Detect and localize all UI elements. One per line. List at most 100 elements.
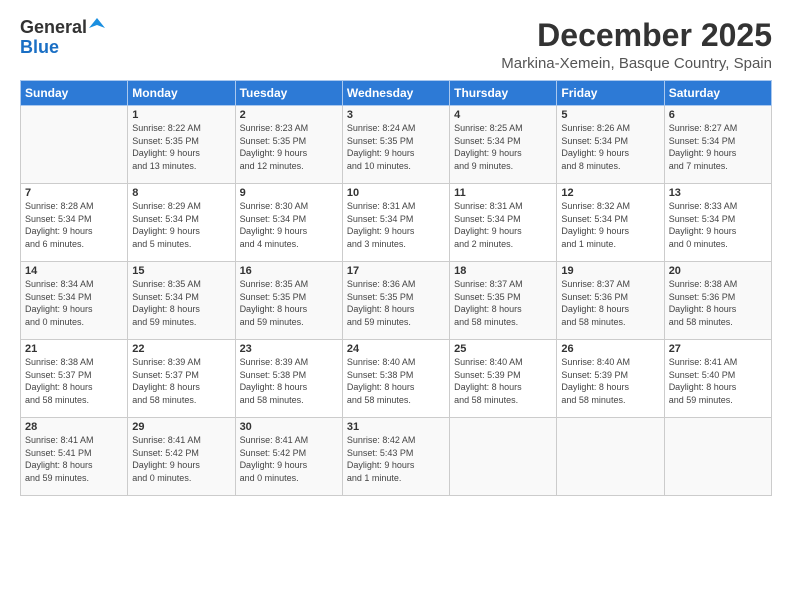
calendar-cell: 10Sunrise: 8:31 AMSunset: 5:34 PMDayligh… (342, 184, 449, 262)
day-number: 31 (347, 421, 445, 433)
day-info: Sunrise: 8:42 AMSunset: 5:43 PMDaylight:… (347, 434, 445, 484)
page: General Blue December 2025 Markina-Xemei… (0, 0, 792, 612)
col-thursday: Thursday (450, 81, 557, 106)
day-number: 9 (240, 187, 338, 199)
day-info: Sunrise: 8:29 AMSunset: 5:34 PMDaylight:… (132, 200, 230, 250)
calendar-cell: 4Sunrise: 8:25 AMSunset: 5:34 PMDaylight… (450, 106, 557, 184)
day-number: 14 (25, 265, 123, 277)
day-info: Sunrise: 8:41 AMSunset: 5:42 PMDaylight:… (240, 434, 338, 484)
day-info: Sunrise: 8:31 AMSunset: 5:34 PMDaylight:… (454, 200, 552, 250)
day-info: Sunrise: 8:32 AMSunset: 5:34 PMDaylight:… (561, 200, 659, 250)
main-title: December 2025 (501, 18, 772, 53)
subtitle: Markina-Xemein, Basque Country, Spain (501, 55, 772, 72)
calendar-week-row: 28Sunrise: 8:41 AMSunset: 5:41 PMDayligh… (21, 418, 772, 496)
day-info: Sunrise: 8:41 AMSunset: 5:42 PMDaylight:… (132, 434, 230, 484)
col-wednesday: Wednesday (342, 81, 449, 106)
day-info: Sunrise: 8:38 AMSunset: 5:36 PMDaylight:… (669, 278, 767, 328)
calendar-cell: 9Sunrise: 8:30 AMSunset: 5:34 PMDaylight… (235, 184, 342, 262)
logo-blue: Blue (20, 38, 59, 58)
day-number: 26 (561, 343, 659, 355)
calendar-cell: 28Sunrise: 8:41 AMSunset: 5:41 PMDayligh… (21, 418, 128, 496)
calendar-cell: 29Sunrise: 8:41 AMSunset: 5:42 PMDayligh… (128, 418, 235, 496)
day-number: 17 (347, 265, 445, 277)
calendar-week-row: 7Sunrise: 8:28 AMSunset: 5:34 PMDaylight… (21, 184, 772, 262)
day-info: Sunrise: 8:31 AMSunset: 5:34 PMDaylight:… (347, 200, 445, 250)
col-friday: Friday (557, 81, 664, 106)
day-info: Sunrise: 8:37 AMSunset: 5:36 PMDaylight:… (561, 278, 659, 328)
day-number: 8 (132, 187, 230, 199)
day-number: 20 (669, 265, 767, 277)
calendar-cell: 26Sunrise: 8:40 AMSunset: 5:39 PMDayligh… (557, 340, 664, 418)
day-info: Sunrise: 8:41 AMSunset: 5:40 PMDaylight:… (669, 356, 767, 406)
col-tuesday: Tuesday (235, 81, 342, 106)
day-number: 24 (347, 343, 445, 355)
title-block: December 2025 Markina-Xemein, Basque Cou… (501, 18, 772, 72)
calendar-cell: 6Sunrise: 8:27 AMSunset: 5:34 PMDaylight… (664, 106, 771, 184)
day-number: 1 (132, 109, 230, 121)
day-info: Sunrise: 8:22 AMSunset: 5:35 PMDaylight:… (132, 122, 230, 172)
calendar-cell: 12Sunrise: 8:32 AMSunset: 5:34 PMDayligh… (557, 184, 664, 262)
calendar-cell: 23Sunrise: 8:39 AMSunset: 5:38 PMDayligh… (235, 340, 342, 418)
day-number: 12 (561, 187, 659, 199)
day-info: Sunrise: 8:34 AMSunset: 5:34 PMDaylight:… (25, 278, 123, 328)
logo-bird-icon (89, 18, 105, 32)
day-number: 10 (347, 187, 445, 199)
calendar-cell: 11Sunrise: 8:31 AMSunset: 5:34 PMDayligh… (450, 184, 557, 262)
day-info: Sunrise: 8:28 AMSunset: 5:34 PMDaylight:… (25, 200, 123, 250)
calendar-cell: 19Sunrise: 8:37 AMSunset: 5:36 PMDayligh… (557, 262, 664, 340)
calendar-cell: 8Sunrise: 8:29 AMSunset: 5:34 PMDaylight… (128, 184, 235, 262)
day-number: 5 (561, 109, 659, 121)
calendar-cell: 5Sunrise: 8:26 AMSunset: 5:34 PMDaylight… (557, 106, 664, 184)
day-info: Sunrise: 8:36 AMSunset: 5:35 PMDaylight:… (347, 278, 445, 328)
col-monday: Monday (128, 81, 235, 106)
calendar-cell: 1Sunrise: 8:22 AMSunset: 5:35 PMDaylight… (128, 106, 235, 184)
day-number: 11 (454, 187, 552, 199)
day-number: 22 (132, 343, 230, 355)
day-info: Sunrise: 8:37 AMSunset: 5:35 PMDaylight:… (454, 278, 552, 328)
day-number: 18 (454, 265, 552, 277)
calendar-table: Sunday Monday Tuesday Wednesday Thursday… (20, 80, 772, 496)
day-number: 19 (561, 265, 659, 277)
day-info: Sunrise: 8:27 AMSunset: 5:34 PMDaylight:… (669, 122, 767, 172)
calendar-cell (450, 418, 557, 496)
day-info: Sunrise: 8:23 AMSunset: 5:35 PMDaylight:… (240, 122, 338, 172)
calendar-cell (21, 106, 128, 184)
col-sunday: Sunday (21, 81, 128, 106)
calendar-cell: 13Sunrise: 8:33 AMSunset: 5:34 PMDayligh… (664, 184, 771, 262)
calendar-cell: 2Sunrise: 8:23 AMSunset: 5:35 PMDaylight… (235, 106, 342, 184)
calendar-cell (557, 418, 664, 496)
day-number: 16 (240, 265, 338, 277)
day-number: 21 (25, 343, 123, 355)
day-info: Sunrise: 8:40 AMSunset: 5:38 PMDaylight:… (347, 356, 445, 406)
day-info: Sunrise: 8:41 AMSunset: 5:41 PMDaylight:… (25, 434, 123, 484)
day-number: 25 (454, 343, 552, 355)
day-info: Sunrise: 8:24 AMSunset: 5:35 PMDaylight:… (347, 122, 445, 172)
day-info: Sunrise: 8:26 AMSunset: 5:34 PMDaylight:… (561, 122, 659, 172)
calendar-cell (664, 418, 771, 496)
day-info: Sunrise: 8:40 AMSunset: 5:39 PMDaylight:… (561, 356, 659, 406)
calendar-cell: 31Sunrise: 8:42 AMSunset: 5:43 PMDayligh… (342, 418, 449, 496)
calendar-cell: 20Sunrise: 8:38 AMSunset: 5:36 PMDayligh… (664, 262, 771, 340)
day-number: 15 (132, 265, 230, 277)
day-info: Sunrise: 8:40 AMSunset: 5:39 PMDaylight:… (454, 356, 552, 406)
calendar-cell: 14Sunrise: 8:34 AMSunset: 5:34 PMDayligh… (21, 262, 128, 340)
calendar-cell: 30Sunrise: 8:41 AMSunset: 5:42 PMDayligh… (235, 418, 342, 496)
day-info: Sunrise: 8:38 AMSunset: 5:37 PMDaylight:… (25, 356, 123, 406)
day-number: 27 (669, 343, 767, 355)
calendar-cell: 25Sunrise: 8:40 AMSunset: 5:39 PMDayligh… (450, 340, 557, 418)
calendar-cell: 3Sunrise: 8:24 AMSunset: 5:35 PMDaylight… (342, 106, 449, 184)
day-info: Sunrise: 8:25 AMSunset: 5:34 PMDaylight:… (454, 122, 552, 172)
calendar-week-row: 14Sunrise: 8:34 AMSunset: 5:34 PMDayligh… (21, 262, 772, 340)
logo-general: General (20, 18, 87, 38)
logo: General Blue (20, 18, 105, 58)
day-number: 4 (454, 109, 552, 121)
calendar-header-row: Sunday Monday Tuesday Wednesday Thursday… (21, 81, 772, 106)
day-info: Sunrise: 8:39 AMSunset: 5:38 PMDaylight:… (240, 356, 338, 406)
day-number: 23 (240, 343, 338, 355)
day-info: Sunrise: 8:33 AMSunset: 5:34 PMDaylight:… (669, 200, 767, 250)
calendar-week-row: 21Sunrise: 8:38 AMSunset: 5:37 PMDayligh… (21, 340, 772, 418)
day-info: Sunrise: 8:30 AMSunset: 5:34 PMDaylight:… (240, 200, 338, 250)
calendar-week-row: 1Sunrise: 8:22 AMSunset: 5:35 PMDaylight… (21, 106, 772, 184)
calendar-cell: 15Sunrise: 8:35 AMSunset: 5:34 PMDayligh… (128, 262, 235, 340)
col-saturday: Saturday (664, 81, 771, 106)
